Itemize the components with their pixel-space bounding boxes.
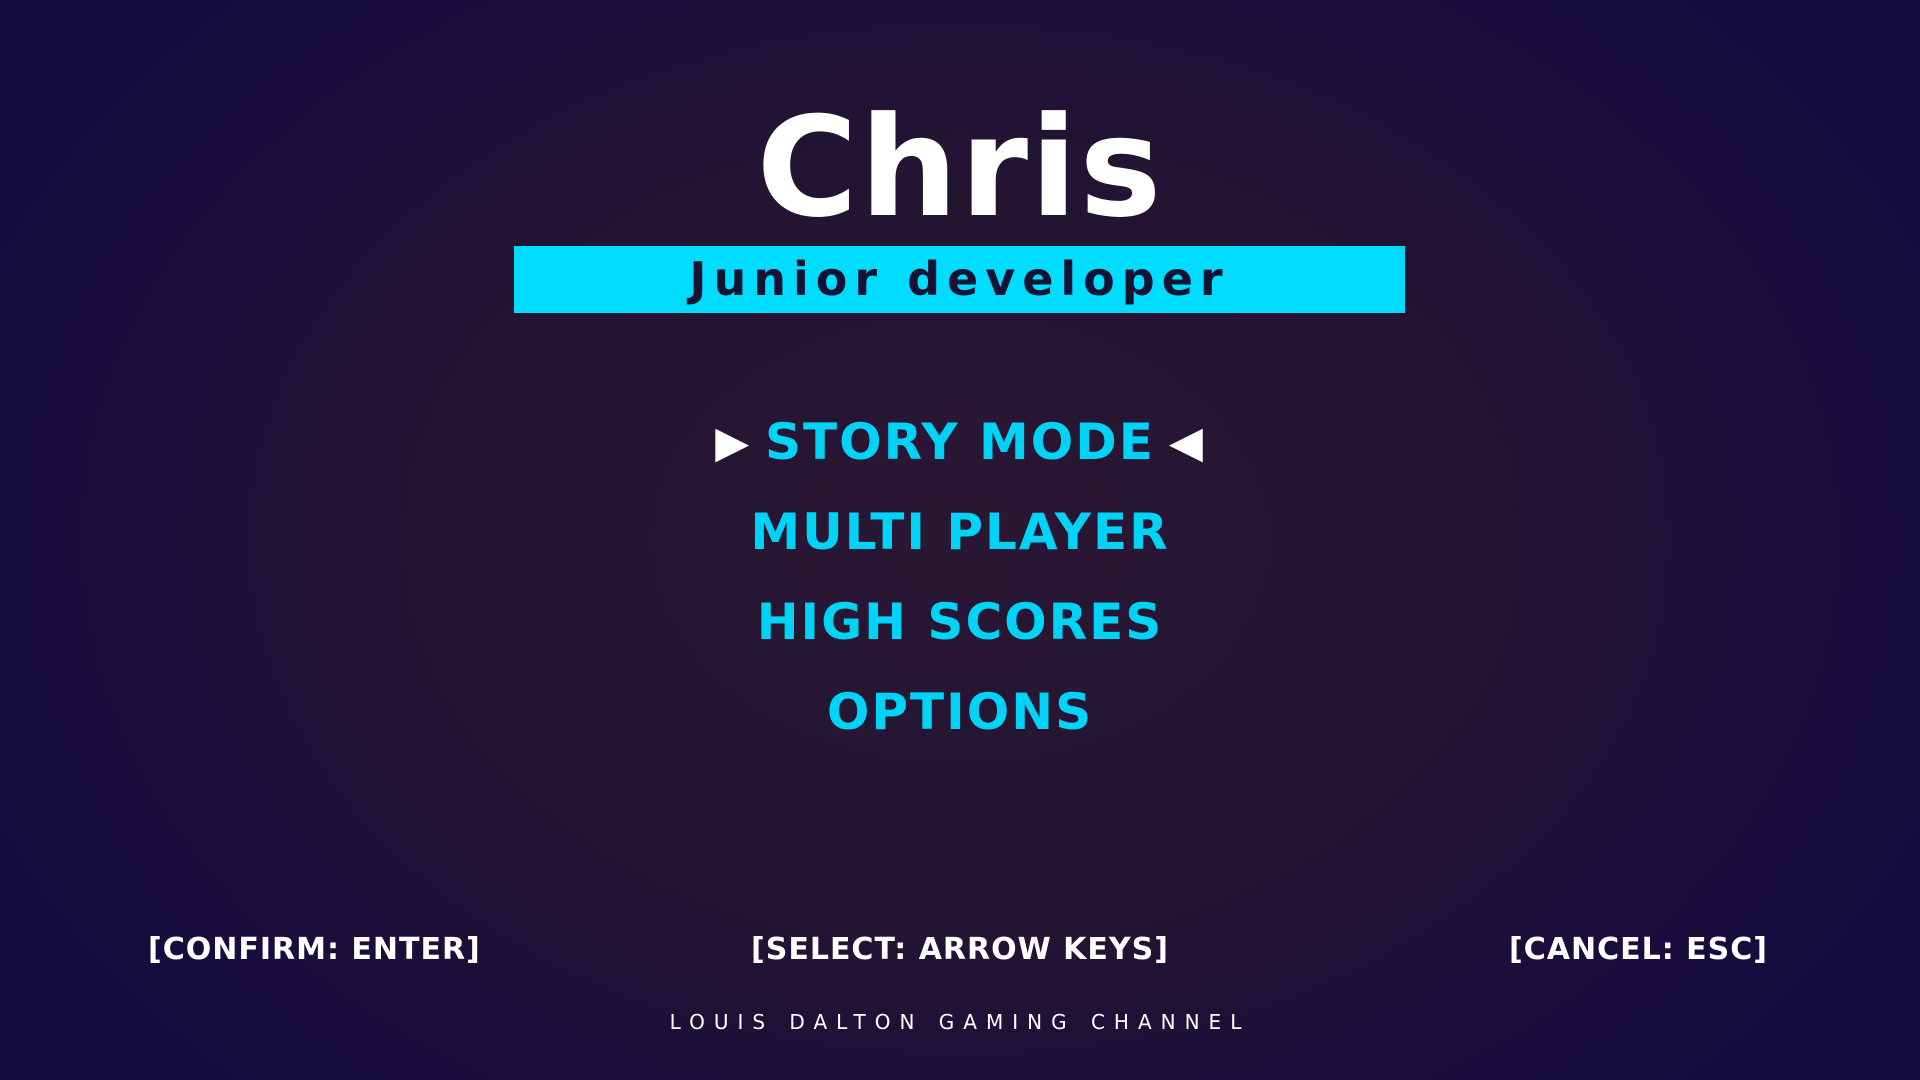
channel-credit: LOUIS DALTON GAMING CHANNEL [669, 1010, 1251, 1034]
menu-item-multi-player[interactable]: MULTI PLAYER [0, 487, 1920, 577]
menu-item-label: MULTI PLAYER [750, 503, 1170, 561]
main-menu: ▶ STORY MODE ◀ MULTI PLAYER HIGH SCORES OP… [0, 397, 1920, 757]
menu-item-label: HIGH SCORES [756, 593, 1164, 651]
cancel-hint: [CANCEL: ESC] [1509, 932, 1768, 967]
subtitle-text: Junior developer [689, 252, 1230, 306]
selector-right-arrow-icon: ▶ [715, 417, 752, 468]
game-title: Chris [756, 87, 1164, 248]
menu-item-high-scores[interactable]: HIGH SCORES [0, 577, 1920, 667]
menu-item-label: STORY MODE [765, 413, 1155, 471]
selector-left-arrow-icon: ◀ [1168, 417, 1205, 468]
subtitle-banner: Junior developer [514, 246, 1405, 313]
menu-item-story-mode[interactable]: ▶ STORY MODE ◀ [0, 397, 1920, 487]
menu-item-label: OPTIONS [826, 683, 1094, 741]
menu-item-options[interactable]: OPTIONS [0, 667, 1920, 757]
